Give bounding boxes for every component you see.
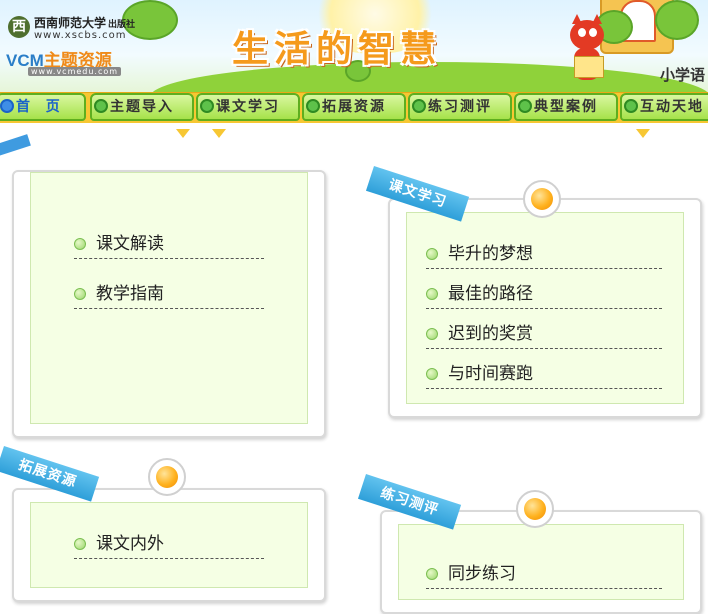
publisher-url: www.xscbs.com — [34, 30, 127, 41]
bullet-icon — [426, 248, 438, 260]
list-item[interactable]: 同步练习 — [426, 562, 662, 589]
nav-tab-extension[interactable]: 拓展资源 — [302, 93, 406, 121]
pin-icon — [516, 490, 554, 528]
nav-tab-exercise[interactable]: 练习测评 — [408, 93, 512, 121]
list-item[interactable]: 最佳的路径 — [426, 282, 662, 309]
page-header: 西 西南师范大学 出版社 www.xscbs.com VCM主题资源 www.vc… — [0, 0, 708, 92]
intro-panel: 课文解读 教学指南 — [12, 170, 326, 438]
mascot-icon — [564, 14, 610, 84]
nav-bullet-icon — [0, 99, 14, 113]
tree-decoration — [655, 0, 699, 40]
nav-bullet-icon — [412, 99, 426, 113]
bullet-icon — [426, 368, 438, 380]
nav-notch — [176, 129, 190, 138]
nav-notch — [212, 129, 226, 138]
publisher-emblem-icon: 西 — [8, 16, 30, 38]
vcm-logo[interactable]: VCM主题资源 www.vcmedu.com — [6, 46, 136, 80]
list-item[interactable]: 课文解读 — [74, 232, 264, 259]
nav-tab-cases[interactable]: 典型案例 — [514, 93, 618, 121]
ribbon-fragment — [0, 134, 31, 158]
nav-bullet-icon — [624, 99, 638, 113]
nav-tab-interactive[interactable]: 互动天地 — [620, 93, 708, 121]
pin-icon — [523, 180, 561, 218]
bullet-icon — [426, 328, 438, 340]
bullet-icon — [74, 538, 86, 550]
bullet-icon — [426, 288, 438, 300]
publisher-suffix: 出版社 — [108, 20, 136, 30]
page-subtitle: 小学语 — [660, 66, 706, 84]
nav-bullet-icon — [94, 99, 108, 113]
list-item[interactable]: 教学指南 — [74, 282, 264, 309]
nav-notch — [636, 129, 650, 138]
publisher-logo[interactable]: 西 西南师范大学 出版社 www.xscbs.com — [8, 14, 138, 44]
nav-tab-home[interactable]: 首 页 — [0, 93, 86, 121]
nav-bullet-icon — [306, 99, 320, 113]
nav-tab-topic-intro[interactable]: 主题导入 — [90, 93, 194, 121]
pin-icon — [148, 458, 186, 496]
vcm-url: www.vcmedu.com — [28, 67, 122, 76]
list-item[interactable]: 与时间赛跑 — [426, 362, 662, 389]
nav-bullet-icon — [518, 99, 532, 113]
bullet-icon — [74, 238, 86, 250]
bullet-icon — [426, 568, 438, 580]
page-title: 生活的智慧 — [232, 29, 443, 70]
nav-tab-lessons[interactable]: 课文学习 — [196, 93, 300, 121]
list-item[interactable]: 课文内外 — [74, 532, 264, 559]
list-item[interactable]: 毕升的梦想 — [426, 242, 662, 269]
lessons-panel: 毕升的梦想 最佳的路径 迟到的奖赏 与时间赛跑 — [388, 198, 702, 418]
nav-bullet-icon — [200, 99, 214, 113]
publisher-name: 西南师范大学 — [34, 16, 107, 30]
bullet-icon — [74, 288, 86, 300]
list-item[interactable]: 迟到的奖赏 — [426, 322, 662, 349]
main-nav: 首 页 主题导入 课文学习 拓展资源 练习测评 典型案例 互动天地 — [0, 92, 708, 138]
extension-panel: 课文内外 — [12, 488, 326, 602]
